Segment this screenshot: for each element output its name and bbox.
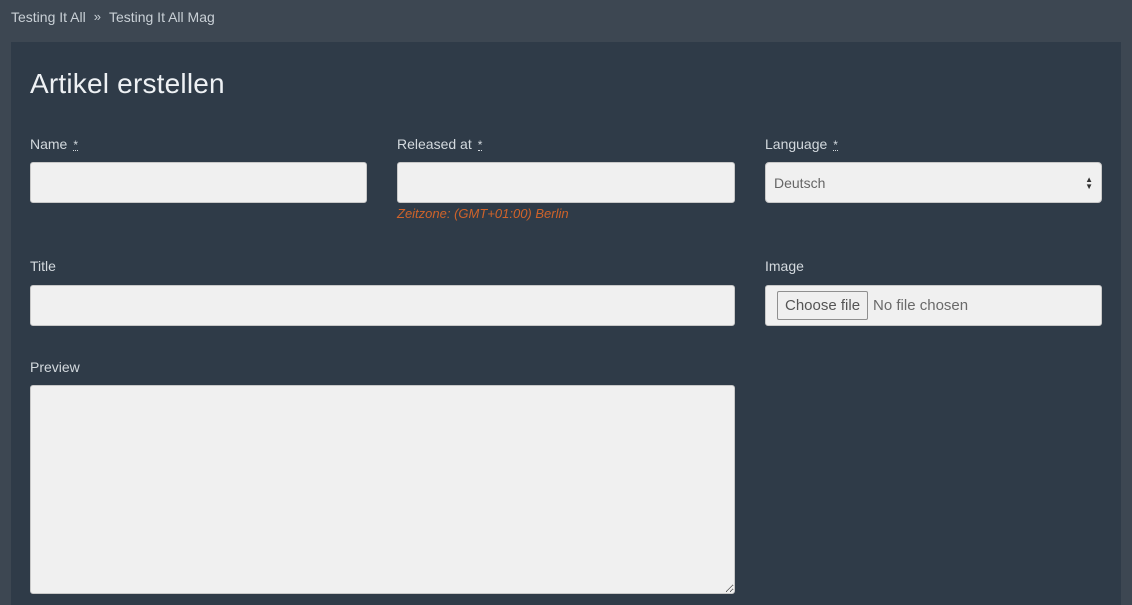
timezone-hint: Zeitzone: (GMT+01:00) Berlin: [397, 206, 569, 221]
name-label: Name *: [30, 136, 79, 152]
released-at-label-text: Released at: [397, 136, 472, 152]
language-select[interactable]: Deutsch ▲ ▼: [765, 162, 1102, 203]
released-at-input[interactable]: [397, 162, 735, 203]
required-marker: *: [477, 138, 483, 152]
file-status: No file chosen: [873, 297, 969, 314]
image-label: Image: [765, 258, 804, 274]
form-panel: Artikel erstellen Name * Released at * Zei…: [11, 42, 1121, 605]
breadcrumb-item-testing-it-all[interactable]: Testing It All: [11, 1, 86, 33]
preview-textarea[interactable]: [30, 385, 735, 594]
breadcrumb-item-testing-it-all-mag[interactable]: Testing It All Mag: [109, 1, 215, 33]
page-title: Artikel erstellen: [30, 68, 225, 99]
choose-file-button[interactable]: Choose file: [777, 291, 869, 320]
language-selected-value: Deutsch: [774, 174, 826, 191]
released-at-label: Released at *: [397, 136, 483, 152]
required-marker: *: [833, 138, 838, 152]
name-input[interactable]: [30, 162, 367, 203]
select-arrows-icon: ▲ ▼: [1085, 174, 1093, 191]
title-input[interactable]: [30, 285, 735, 326]
title-label: Title: [30, 258, 56, 274]
language-label: Language *: [765, 136, 838, 152]
breadcrumb-separator: »: [93, 9, 101, 24]
image-file-input[interactable]: Choose file No file chosen: [765, 285, 1102, 326]
breadcrumb: Testing It All » Testing It All Mag: [11, 0, 215, 34]
language-label-text: Language: [765, 136, 828, 152]
required-marker: *: [73, 138, 79, 152]
preview-label: Preview: [30, 359, 80, 375]
name-label-text: Name: [30, 136, 68, 152]
